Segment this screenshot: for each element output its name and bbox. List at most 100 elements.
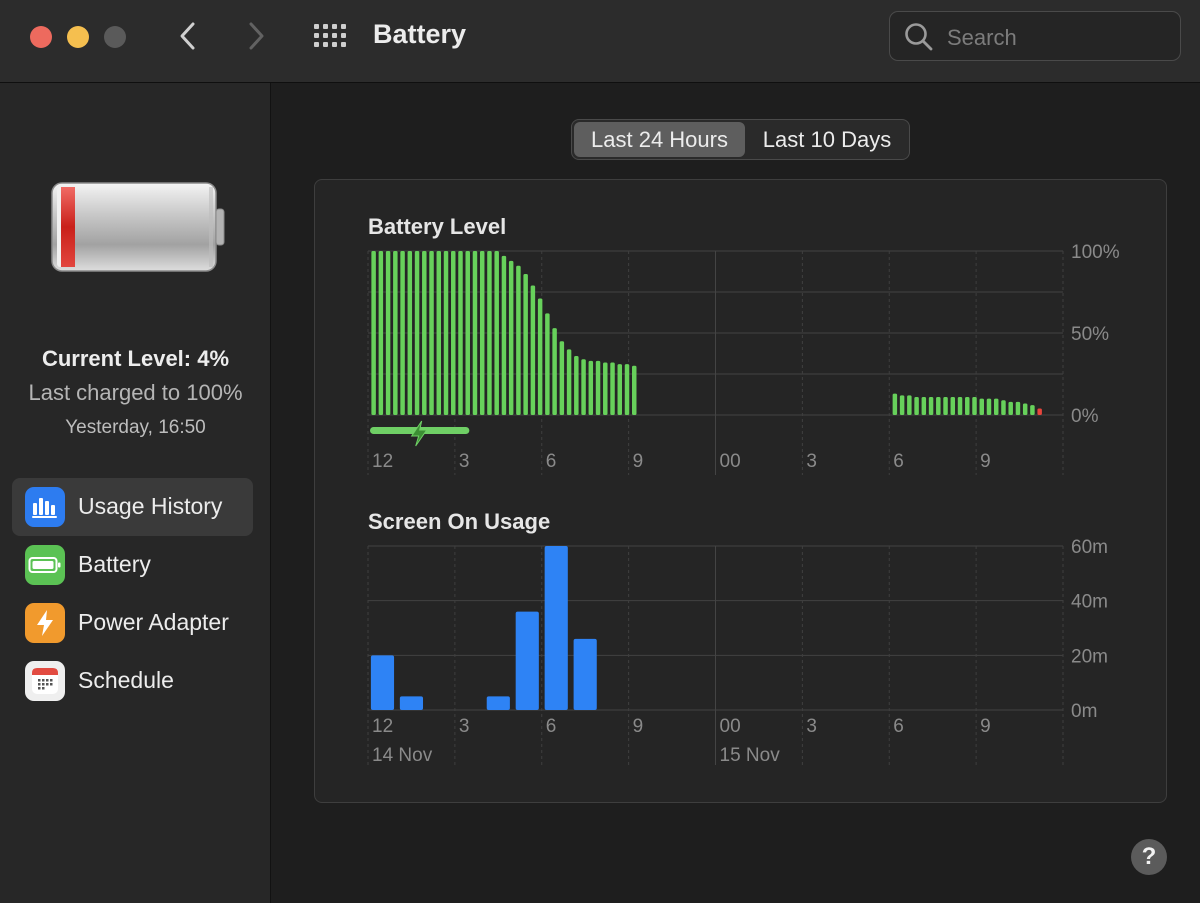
battery-level-bar bbox=[624, 364, 630, 415]
sidebar-item-label: Usage History bbox=[78, 493, 223, 519]
x-tick-label: 12 bbox=[372, 716, 393, 737]
battery-level-bar bbox=[617, 364, 623, 415]
window-title: Battery bbox=[373, 19, 467, 49]
battery-level-bar bbox=[501, 255, 507, 415]
show-all-button[interactable] bbox=[311, 20, 349, 52]
battery-level-bar bbox=[508, 260, 514, 415]
battery-level-bar bbox=[385, 251, 391, 415]
battery-level-bar bbox=[979, 398, 984, 415]
search-input[interactable] bbox=[945, 22, 1169, 54]
battery-level-bar bbox=[632, 365, 637, 415]
battery-level-bar bbox=[1022, 403, 1028, 415]
screen-on-usage-bar bbox=[544, 546, 568, 710]
calendar-icon bbox=[25, 661, 65, 701]
battery-level-bar bbox=[443, 251, 449, 415]
x-tick-label: 6 bbox=[546, 451, 557, 472]
x-tick-label: 9 bbox=[980, 716, 991, 737]
tab-last-10-days[interactable]: Last 10 Days bbox=[747, 122, 907, 157]
battery-level-bar bbox=[603, 362, 608, 415]
battery-level-bar bbox=[610, 362, 615, 415]
battery-level-bar bbox=[559, 341, 565, 415]
y-tick-label: 0m bbox=[1071, 701, 1097, 722]
x-tick-label: 12 bbox=[372, 451, 393, 472]
battery-level-bar bbox=[458, 251, 463, 415]
battery-level-bar bbox=[566, 349, 572, 415]
back-button[interactable] bbox=[170, 18, 206, 54]
battery-level-bar bbox=[1008, 401, 1013, 415]
minimize-window-button[interactable] bbox=[67, 26, 89, 48]
bar-chart-icon bbox=[25, 487, 65, 527]
sidebar: Current Level: 4% Last charged to 100% Y… bbox=[0, 83, 271, 903]
battery-level-bar bbox=[1037, 408, 1042, 415]
x-tick-label: 3 bbox=[806, 716, 817, 737]
battery-level-bar bbox=[574, 355, 579, 415]
battery-level-bar bbox=[965, 396, 970, 415]
battery-level-bar bbox=[936, 396, 941, 415]
sidebar-item-label: Schedule bbox=[78, 667, 174, 693]
screen-on-usage-bar bbox=[486, 696, 510, 710]
chart-panel: Battery Level Screen On Usage 100% 50% 0% 1… bbox=[314, 179, 1167, 803]
battery-level-bar bbox=[993, 398, 999, 415]
battery-icon bbox=[25, 545, 65, 585]
y-tick-label: 60m bbox=[1071, 537, 1108, 558]
sidebar-item-usage-history[interactable]: Usage History bbox=[12, 478, 253, 536]
title-bar: Battery bbox=[0, 0, 1200, 83]
battery-level-bar bbox=[436, 251, 442, 415]
battery-level-bar bbox=[537, 298, 543, 415]
sidebar-item-label: Power Adapter bbox=[78, 609, 229, 635]
chevron-right-icon bbox=[249, 22, 264, 50]
battery-level-bar bbox=[907, 395, 912, 415]
battery-level-bar bbox=[928, 396, 934, 415]
search-field[interactable] bbox=[889, 11, 1181, 61]
x-tick-label: 3 bbox=[806, 451, 817, 472]
screen-on-usage-bar bbox=[573, 638, 597, 710]
battery-level-bar bbox=[1030, 405, 1035, 415]
battery-level-bar bbox=[595, 360, 601, 415]
grid-icon bbox=[314, 24, 346, 47]
tab-last-24-hours[interactable]: Last 24 Hours bbox=[574, 122, 745, 157]
close-window-button[interactable] bbox=[30, 26, 52, 48]
x-tick-label: 00 bbox=[720, 451, 741, 472]
date-label: 15 Nov bbox=[720, 745, 781, 766]
battery-level-bar bbox=[378, 251, 384, 415]
battery-level-bar bbox=[530, 285, 536, 415]
main-content: Last 24 Hours Last 10 Days Battery Level… bbox=[272, 83, 1200, 903]
battery-level-bar bbox=[465, 251, 470, 415]
battery-level-bar bbox=[1015, 401, 1021, 415]
battery-level-bar bbox=[588, 360, 594, 415]
forward-button[interactable] bbox=[238, 18, 274, 54]
search-icon bbox=[905, 23, 933, 51]
sidebar-item-label: Battery bbox=[78, 551, 151, 577]
battery-level-bar bbox=[429, 251, 434, 415]
battery-level-bar bbox=[407, 251, 413, 415]
battery-level-bar bbox=[986, 398, 992, 415]
current-level-text: Current Level: 4% bbox=[41, 346, 230, 371]
battery-level-bar bbox=[523, 273, 528, 415]
battery-level-bar bbox=[494, 251, 499, 415]
help-button[interactable]: ? bbox=[1131, 839, 1167, 875]
x-tick-label: 6 bbox=[546, 716, 557, 737]
battery-level-bar bbox=[479, 251, 485, 415]
screen-on-usage-bar bbox=[399, 696, 424, 710]
sidebar-item-power-adapter[interactable]: Power Adapter bbox=[12, 594, 253, 652]
screen-on-usage-chart: 60m 40m 20m 0m 12 3 6 9 00 3 6 9 14 Nov 15 Nov bbox=[367, 537, 1108, 766]
battery-level-bar bbox=[422, 251, 427, 415]
x-tick-label: 9 bbox=[633, 716, 644, 737]
last-charged-time: Yesterday, 16:50 bbox=[65, 417, 206, 438]
battery-level-bar bbox=[921, 396, 927, 415]
battery-level-illustration bbox=[51, 182, 225, 272]
sidebar-item-battery[interactable]: Battery bbox=[12, 536, 253, 594]
battery-level-bar bbox=[545, 313, 550, 415]
x-tick-label: 00 bbox=[720, 716, 741, 737]
battery-level-chart: 100% 50% 0% 12 3 6 9 00 3 6 9 bbox=[367, 242, 1120, 475]
sidebar-item-schedule[interactable]: Schedule bbox=[12, 652, 253, 710]
y-tick-label: 50% bbox=[1071, 324, 1109, 345]
time-range-segmented-control: Last 24 Hours Last 10 Days bbox=[571, 119, 910, 160]
battery-level-bar bbox=[400, 251, 405, 415]
zoom-window-button[interactable] bbox=[104, 26, 126, 48]
battery-level-bar bbox=[950, 396, 956, 415]
battery-level-bar bbox=[552, 328, 557, 415]
y-tick-label: 40m bbox=[1071, 592, 1108, 613]
battery-level-bar bbox=[472, 251, 478, 415]
last-charged-text: Last charged to 100% bbox=[28, 380, 243, 405]
